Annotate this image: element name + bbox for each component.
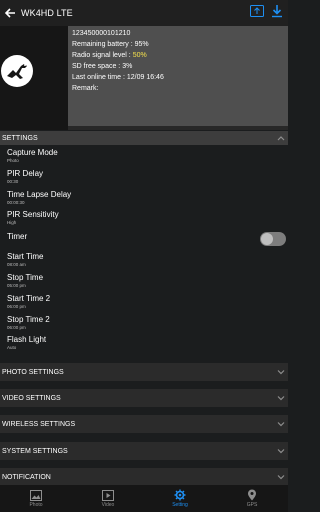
setting-value: 06:00 pm	[7, 325, 26, 330]
page-title: WK4HD LTE	[21, 8, 73, 18]
setting-value: Photo	[7, 158, 19, 163]
setting-label: Time Lapse Delay	[7, 190, 72, 199]
download-icon[interactable]	[270, 3, 284, 19]
camera-id: 123450000101210	[72, 30, 131, 37]
section-system-settings[interactable]: SYSTEM SETTINGS	[0, 442, 288, 460]
remark-label: Remark:	[72, 85, 99, 92]
setting-start-time[interactable]: Start Time 08:00 am	[7, 252, 277, 268]
chevron-up-icon	[277, 136, 285, 141]
setting-flash-light[interactable]: Flash Light Auto	[7, 335, 277, 351]
top-app-bar: WK4HD LTE	[0, 0, 288, 26]
signal-value: 50%	[132, 52, 147, 59]
section-label: NOTIFICATION	[2, 473, 51, 481]
nav-item-photo[interactable]: Photo	[0, 485, 72, 512]
setting-timer: Timer	[7, 232, 277, 242]
setting-value: 06:00 pm	[7, 304, 26, 309]
settings-section-header[interactable]: SETTINGS	[0, 131, 288, 145]
setting-capture-mode[interactable]: Capture Mode Photo	[7, 148, 277, 164]
setting-stop-time-2[interactable]: Stop Time 2 06:00 pm	[7, 315, 277, 331]
setting-label: Start Time 2	[7, 294, 51, 303]
chevron-down-icon	[277, 422, 285, 427]
chevron-down-icon	[277, 475, 285, 480]
last-online-status: Last online time : 12/09 16:46	[72, 74, 164, 81]
setting-label: Timer	[7, 232, 28, 241]
signal-status: Radio signal level : 50%	[72, 50, 288, 61]
setting-label: Capture Mode	[7, 148, 58, 157]
location-pin-icon	[246, 489, 258, 501]
bottom-navigation: Photo Video Setting GPS	[0, 485, 288, 512]
setting-value: 05:00 pm	[7, 283, 26, 288]
setting-value: 08:00 am	[7, 262, 26, 267]
camera-info-panel: 123450000101210 Remaining battery : 95% …	[68, 26, 288, 126]
nav-item-gps[interactable]: GPS	[216, 485, 288, 512]
setting-value: 00:00:30	[7, 200, 25, 205]
photo-icon	[30, 489, 42, 501]
chevron-down-icon	[277, 396, 285, 401]
setting-label: Flash Light	[7, 335, 47, 344]
setting-label: Start Time	[7, 252, 44, 261]
nav-label: GPS	[246, 502, 258, 508]
nav-label: Photo	[29, 502, 43, 508]
section-photo-settings[interactable]: PHOTO SETTINGS	[0, 363, 288, 381]
nav-label: Setting	[172, 502, 188, 508]
section-notification[interactable]: NOTIFICATION	[0, 468, 288, 486]
cloud-upload-icon[interactable]	[250, 3, 264, 19]
setting-stop-time[interactable]: Stop Time 05:00 pm	[7, 273, 277, 289]
gear-icon	[174, 489, 186, 501]
section-wireless-settings[interactable]: WIRELESS SETTINGS	[0, 415, 288, 433]
section-label: VIDEO SETTINGS	[2, 394, 61, 402]
setting-label: Stop Time	[7, 273, 44, 282]
setting-value: Auto	[7, 345, 17, 350]
setting-time-lapse-delay[interactable]: Time Lapse Delay 00:00:30	[7, 190, 277, 206]
section-label: PHOTO SETTINGS	[2, 368, 64, 376]
back-arrow-icon[interactable]	[1, 0, 19, 26]
setting-label: Stop Time 2	[7, 315, 50, 324]
video-icon	[102, 489, 114, 501]
setting-pir-delay[interactable]: PIR Delay 00:30	[7, 169, 277, 185]
setting-start-time-2[interactable]: Start Time 2 06:00 pm	[7, 294, 277, 310]
setting-value: High	[7, 220, 17, 225]
nav-item-setting[interactable]: Setting	[144, 485, 216, 512]
section-video-settings[interactable]: VIDEO SETTINGS	[0, 389, 288, 407]
camera-thumbnail[interactable]	[0, 26, 68, 130]
section-label: WIRELESS SETTINGS	[2, 420, 76, 428]
timer-toggle[interactable]	[260, 232, 286, 246]
chevron-down-icon	[277, 449, 285, 454]
toggle-knob	[261, 233, 273, 245]
battery-status: Remaining battery : 95%	[72, 41, 149, 48]
settings-header-label: SETTINGS	[2, 134, 38, 142]
camera-panel: 123450000101210 Remaining battery : 95% …	[0, 26, 288, 130]
setting-pir-sensitivity[interactable]: PIR Sensitivity High	[7, 210, 277, 226]
setting-label: PIR Delay	[7, 169, 44, 178]
chevron-down-icon	[277, 370, 285, 375]
section-label: SYSTEM SETTINGS	[2, 447, 68, 455]
camera-logo-icon	[1, 55, 33, 87]
nav-item-video[interactable]: Video	[72, 485, 144, 512]
sd-space-status: SD free space : 3%	[72, 63, 133, 70]
setting-label: PIR Sensitivity	[7, 210, 59, 219]
setting-value: 00:30	[7, 179, 19, 184]
signal-label: Radio signal level :	[72, 52, 133, 59]
nav-label: Video	[101, 502, 115, 508]
